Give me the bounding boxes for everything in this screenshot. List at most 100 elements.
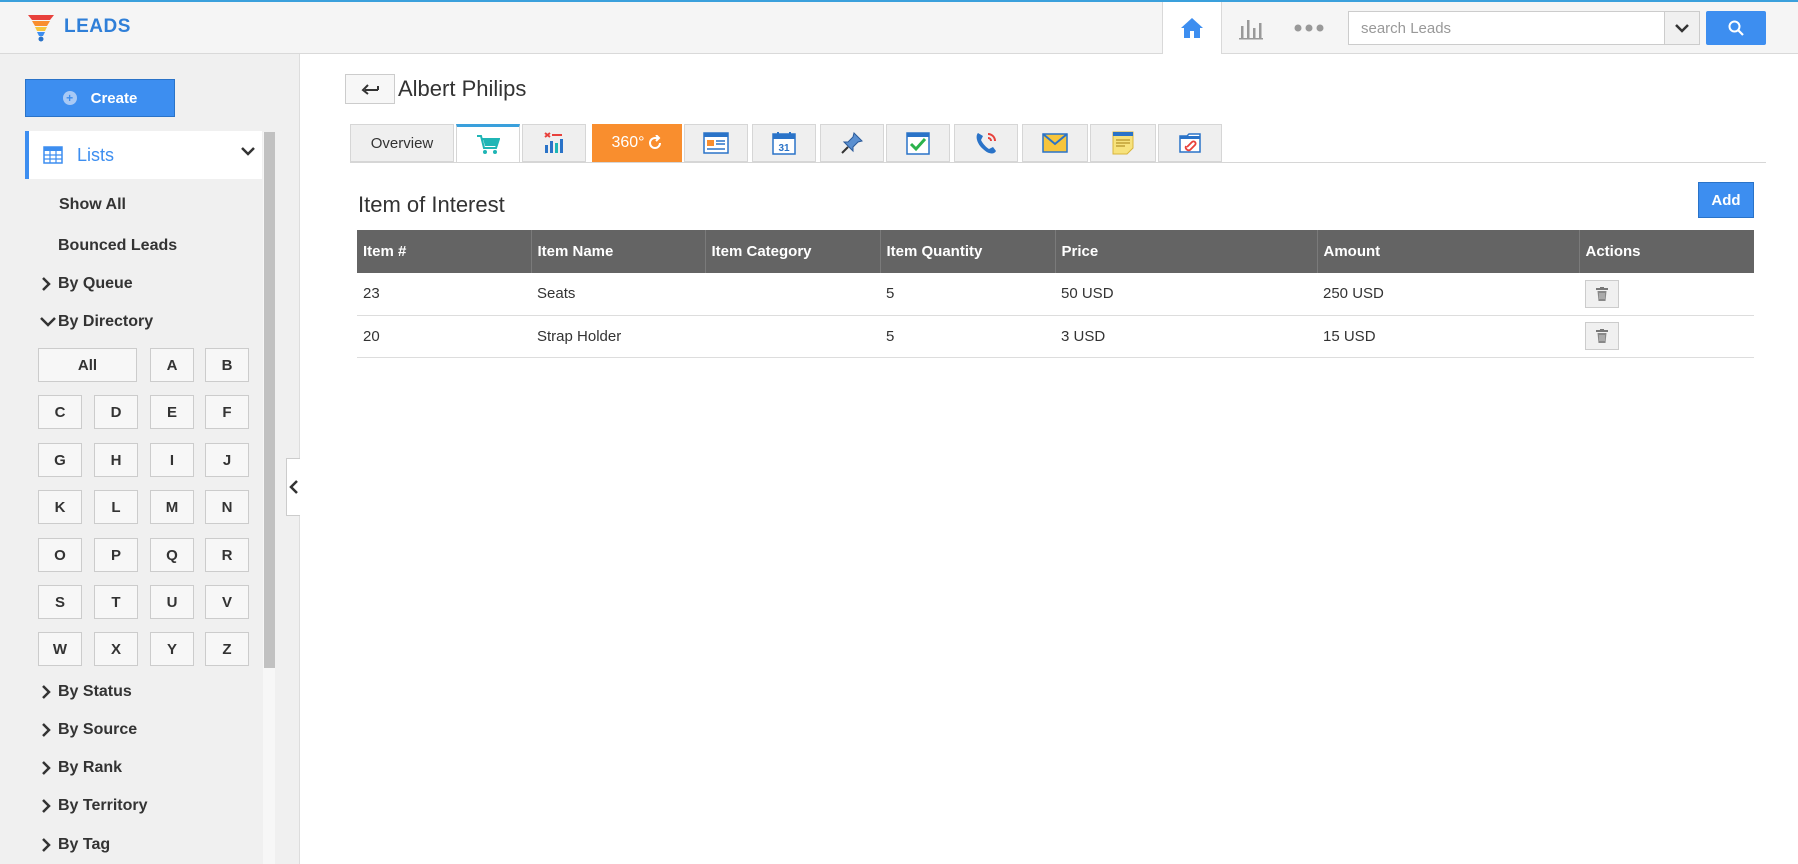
- cell-actions: [1579, 273, 1754, 316]
- cell-item-number: 23: [357, 273, 531, 316]
- dir-btn-b[interactable]: B: [205, 348, 249, 382]
- column-header[interactable]: Item Category: [705, 230, 881, 273]
- more-button[interactable]: [1280, 2, 1338, 54]
- chevron-left-icon: [288, 480, 298, 494]
- lists-label: Lists: [77, 144, 115, 165]
- dir-btn-e[interactable]: E: [150, 395, 194, 429]
- tab-pin[interactable]: [820, 124, 884, 162]
- dir-btn-a[interactable]: A: [150, 348, 194, 382]
- dir-btn-o[interactable]: O: [38, 538, 82, 572]
- cell-actions: [1579, 315, 1754, 358]
- cell-item-category: [705, 315, 880, 358]
- delete-button[interactable]: [1585, 322, 1619, 350]
- tab-notes[interactable]: [1090, 124, 1156, 162]
- plus-icon: +: [62, 91, 77, 105]
- lists-menu[interactable]: Lists: [25, 131, 262, 179]
- back-button[interactable]: [345, 74, 395, 104]
- dir-btn-c[interactable]: C: [38, 395, 82, 429]
- app-logo[interactable]: LEADS: [26, 12, 131, 42]
- dir-btn-u[interactable]: U: [150, 585, 194, 619]
- reports-button[interactable]: [1222, 2, 1280, 54]
- delete-button[interactable]: [1585, 279, 1619, 308]
- group-label: By Status: [58, 683, 132, 700]
- sidebar-item-bounced-leads[interactable]: Bounced Leads: [58, 237, 177, 255]
- dir-btn-h[interactable]: H: [94, 443, 138, 477]
- cell-item-quantity: 5: [880, 273, 1055, 316]
- search-dropdown-button[interactable]: [1664, 11, 1700, 45]
- cell-price: 50 USD: [1055, 273, 1317, 316]
- dir-btn-v[interactable]: V: [205, 585, 249, 619]
- column-header: Actions: [1579, 230, 1754, 273]
- dir-btn-p[interactable]: P: [94, 538, 138, 572]
- search-input[interactable]: [1349, 12, 1665, 44]
- table-row[interactable]: 20 Strap Holder 5 3 USD 15 USD: [357, 315, 1754, 358]
- column-header[interactable]: Item Name: [531, 230, 706, 273]
- tab-tasks[interactable]: [886, 124, 950, 162]
- sidebar-group-by-status[interactable]: By Status: [40, 683, 132, 701]
- dir-btn-f[interactable]: F: [205, 395, 249, 429]
- dir-btn-n[interactable]: N: [205, 490, 249, 524]
- dir-btn-y[interactable]: Y: [150, 632, 194, 666]
- tab-emails[interactable]: [1022, 124, 1088, 162]
- dir-btn-all[interactable]: All: [38, 348, 137, 382]
- column-header[interactable]: Amount: [1317, 230, 1580, 273]
- sidebar-item-show-all[interactable]: Show All: [59, 196, 126, 214]
- dir-btn-q[interactable]: Q: [150, 538, 194, 572]
- dir-btn-t[interactable]: T: [94, 585, 138, 619]
- chevron-down-icon: [241, 147, 255, 156]
- cell-item-number: 20: [357, 315, 531, 358]
- tab-attachments[interactable]: [1158, 124, 1222, 162]
- app-name: LEADS: [64, 16, 131, 37]
- dir-btn-m[interactable]: M: [150, 490, 194, 524]
- chevron-right-icon: [42, 838, 51, 852]
- sidebar-group-by-territory[interactable]: By Territory: [40, 797, 148, 815]
- column-header[interactable]: Item Quantity: [880, 230, 1056, 273]
- sidebar-collapse-button[interactable]: [286, 458, 300, 516]
- column-header[interactable]: Price: [1055, 230, 1318, 273]
- tab-360[interactable]: 360°: [592, 124, 682, 162]
- sidebar-group-by-queue[interactable]: By Queue: [40, 275, 133, 293]
- home-button[interactable]: [1162, 2, 1222, 54]
- mail-icon: [1042, 133, 1068, 153]
- dir-btn-j[interactable]: J: [205, 443, 249, 477]
- dir-btn-r[interactable]: R: [205, 538, 249, 572]
- column-header[interactable]: Item #: [357, 230, 532, 273]
- sidebar-group-by-source[interactable]: By Source: [40, 721, 137, 739]
- sidebar-scrollbar[interactable]: [264, 132, 275, 668]
- tab-overview[interactable]: Overview: [350, 124, 454, 162]
- create-label: Create: [90, 89, 138, 107]
- tab-items[interactable]: [456, 124, 520, 162]
- trash-icon: [1596, 329, 1608, 343]
- sidebar-group-by-tag[interactable]: By Tag: [40, 836, 110, 854]
- tab-reports[interactable]: [522, 124, 586, 162]
- tab-calls[interactable]: [954, 124, 1018, 162]
- dir-btn-k[interactable]: K: [38, 490, 82, 524]
- sidebar-group-by-rank[interactable]: By Rank: [40, 759, 122, 777]
- dir-btn-i[interactable]: I: [150, 443, 194, 477]
- create-button[interactable]: + Create: [25, 79, 175, 117]
- dir-btn-d[interactable]: D: [94, 395, 138, 429]
- news-icon: [703, 132, 729, 154]
- cart-icon: [477, 134, 500, 154]
- group-label: By Directory: [58, 313, 154, 330]
- task-icon: [906, 132, 930, 155]
- 360-icon: 360°: [611, 134, 645, 151]
- dir-btn-g[interactable]: G: [38, 443, 82, 477]
- home-icon: [1181, 18, 1203, 38]
- bar-chart-icon: [1239, 20, 1263, 40]
- dir-btn-x[interactable]: X: [94, 632, 138, 666]
- tab-label: Overview: [370, 134, 434, 152]
- cell-amount: 250 USD: [1317, 273, 1579, 316]
- dir-btn-z[interactable]: Z: [205, 632, 249, 666]
- group-label: By Source: [58, 721, 138, 738]
- search-button[interactable]: [1706, 11, 1766, 45]
- tab-news[interactable]: [684, 124, 748, 162]
- dir-btn-l[interactable]: L: [94, 490, 138, 524]
- sidebar-group-by-directory[interactable]: By Directory: [40, 313, 153, 331]
- tab-calendar[interactable]: 31: [752, 124, 816, 162]
- add-item-button[interactable]: Add: [1698, 182, 1754, 218]
- pin-icon: [841, 132, 863, 154]
- table-row[interactable]: 23 Seats 5 50 USD 250 USD: [357, 273, 1754, 316]
- dir-btn-s[interactable]: S: [38, 585, 82, 619]
- dir-btn-w[interactable]: W: [38, 632, 82, 666]
